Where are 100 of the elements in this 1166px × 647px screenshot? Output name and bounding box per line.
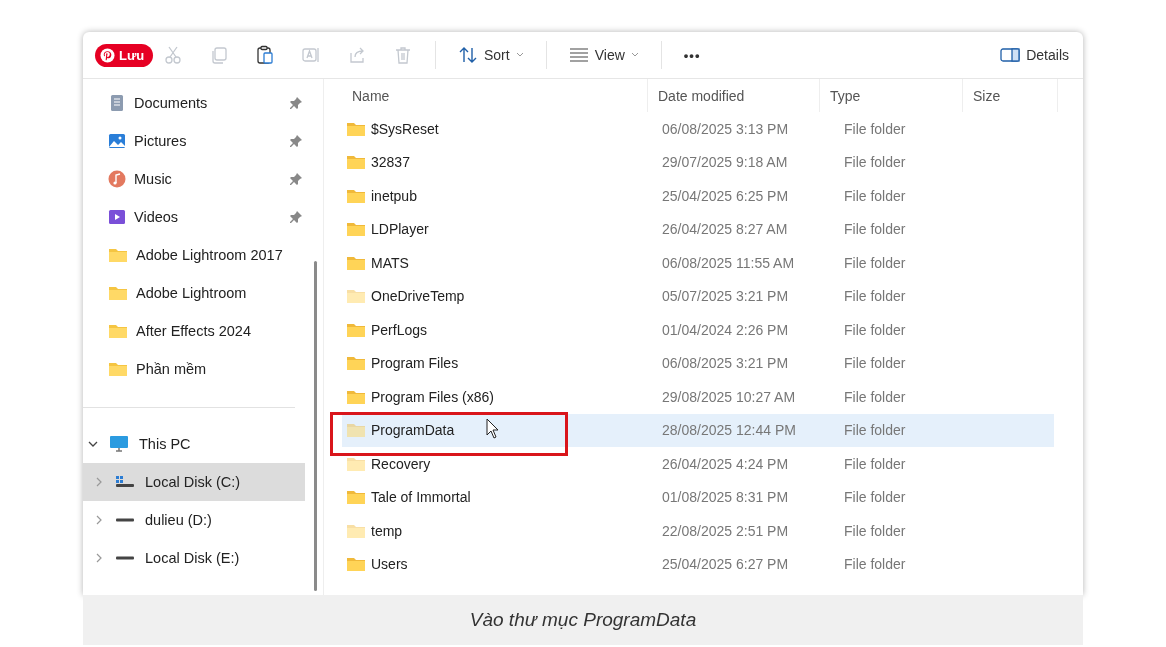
date-cell-text: 28/08/2025 12:44 PM	[661, 422, 797, 439]
date-cell-text: 25/04/2025 6:27 PM	[661, 556, 790, 573]
more-button[interactable]: •••	[679, 43, 705, 67]
type-cell-text: File folder	[843, 321, 907, 338]
file-name: temp	[371, 522, 403, 539]
type-cell-text: File folder	[843, 522, 907, 539]
quick-access-item[interactable]: Adobe Lightroom	[83, 274, 305, 312]
date-cell-text: 05/07/2025 3:21 PM	[661, 288, 790, 305]
caret-icon	[515, 52, 524, 58]
image-caption: Vào thư mục ProgramData	[83, 595, 1083, 645]
type-cell-text: File folder	[843, 120, 907, 137]
file-row[interactable]: LDPlayer 26/04/2025 8:27 AM File folder	[342, 212, 1054, 246]
file-row[interactable]: Tale of Immortal 01/08/2025 8:31 PM File folder	[342, 480, 1054, 514]
type-cell-text: File folder	[843, 221, 907, 238]
mouse-cursor-icon	[486, 417, 500, 440]
date-cell-text: 01/08/2025 8:31 PM	[661, 489, 790, 506]
date-cell-text: 26/04/2025 8:27 AM	[661, 221, 789, 238]
type-cell-text: File folder	[843, 355, 907, 372]
file-row[interactable]: ProgramData 28/08/2025 12:44 PM File folder	[342, 413, 1054, 447]
file-row[interactable]: Program Files (x86) 29/08/2025 10:27 AM File folder	[342, 380, 1054, 414]
monitor-icon	[109, 435, 129, 453]
view-button[interactable]: View	[564, 43, 643, 67]
file-name: 32837	[371, 154, 410, 171]
file-name: Program Files	[371, 355, 459, 372]
details-pane-icon	[1000, 47, 1021, 63]
quick-access-item[interactable]: Phần mềm	[83, 350, 305, 388]
file-row[interactable]: MATS 06/08/2025 11:55 AM File folder	[342, 246, 1054, 280]
type-cell-text: File folder	[843, 455, 907, 472]
file-row[interactable]: 32837 29/07/2025 9:18 AM File folder	[342, 145, 1054, 179]
pinterest-save-button[interactable]: Lưu	[95, 44, 154, 67]
video-icon	[108, 208, 126, 226]
file-name: inetpub	[371, 187, 417, 204]
type-cell-text: File folder	[843, 288, 907, 305]
file-row[interactable]: inetpub 25/04/2025 6:25 PM File folder	[342, 179, 1054, 213]
column-header[interactable]: Name	[342, 79, 648, 112]
this-pc-item[interactable]: This PC	[83, 425, 305, 463]
folder-icon	[108, 247, 128, 263]
copy-icon	[209, 45, 229, 65]
share-icon	[347, 45, 367, 65]
drive-icon	[116, 518, 134, 522]
file-row[interactable]: Program Files 06/08/2025 3:21 PM File folder	[342, 346, 1054, 380]
type-cell-text: File folder	[843, 254, 907, 271]
type-cell-text: File folder	[843, 556, 907, 573]
date-cell-text: 29/07/2025 9:18 AM	[661, 154, 789, 171]
drive-item[interactable]: Local Disk (C:)	[83, 463, 305, 501]
file-name: ProgramData	[371, 422, 455, 439]
file-row[interactable]: PerfLogs 01/04/2024 2:26 PM File folder	[342, 313, 1054, 347]
date-cell-text: 22/08/2025 2:51 PM	[661, 522, 790, 539]
drive-icon	[116, 556, 134, 560]
trash-icon	[393, 45, 413, 65]
date-cell-text: 01/04/2024 2:26 PM	[661, 321, 790, 338]
music-icon	[108, 170, 126, 188]
file-row[interactable]: $SysReset 06/08/2025 3:13 PM File folder	[342, 112, 1054, 146]
type-cell-text: File folder	[843, 154, 907, 171]
document-icon	[108, 94, 126, 112]
file-row[interactable]: temp 22/08/2025 2:51 PM File folder	[342, 514, 1054, 548]
type-cell-text: File folder	[843, 187, 907, 204]
date-cell-text: 06/08/2025 3:13 PM	[661, 120, 790, 137]
file-name: OneDriveTemp	[371, 288, 465, 305]
type-cell-text: File folder	[843, 422, 907, 439]
drive-icon	[115, 474, 135, 490]
file-name: MATS	[371, 254, 409, 271]
folder-icon	[108, 285, 128, 301]
quick-access-item[interactable]: Documents	[83, 84, 305, 122]
quick-access-item[interactable]: Pictures	[83, 122, 305, 160]
column-header[interactable]: Size	[963, 79, 1058, 112]
file-name: Tale of Immortal	[371, 489, 471, 506]
column-header[interactable]: Date modified	[648, 79, 820, 112]
list-icon	[568, 47, 589, 63]
sort-icon	[458, 45, 478, 65]
file-name: $SysReset	[371, 120, 439, 137]
date-cell-text: 06/08/2025 3:21 PM	[661, 355, 790, 372]
details-button[interactable]: Details	[996, 43, 1073, 67]
folder-icon	[108, 323, 128, 339]
file-row[interactable]: OneDriveTemp 05/07/2025 3:21 PM File folder	[342, 279, 1054, 313]
file-name: PerfLogs	[371, 321, 428, 338]
caret-icon	[630, 52, 639, 58]
date-cell-text: 29/08/2025 10:27 AM	[661, 388, 797, 405]
quick-access-item[interactable]: Adobe Lightroom 2017	[83, 236, 305, 274]
drive-item[interactable]: dulieu (D:)	[83, 501, 305, 539]
file-row[interactable]: Recovery 26/04/2025 4:24 PM File folder	[342, 447, 1054, 481]
type-cell-text: File folder	[843, 489, 907, 506]
date-cell-text: 25/04/2025 6:25 PM	[661, 187, 790, 204]
drive-item[interactable]: Local Disk (E:)	[83, 539, 305, 577]
date-cell-text: 06/08/2025 11:55 AM	[661, 254, 796, 271]
quick-access-item[interactable]: After Effects 2024	[83, 312, 305, 350]
clipboard-icon	[255, 45, 275, 65]
quick-access-item[interactable]: Music	[83, 160, 305, 198]
quick-access-item[interactable]: Videos	[83, 198, 305, 236]
file-name: Recovery	[371, 455, 431, 472]
scissors-icon	[163, 45, 183, 65]
date-cell-text: 26/04/2025 4:24 PM	[661, 455, 790, 472]
pinterest-icon	[100, 48, 115, 63]
scrollbar[interactable]	[314, 261, 317, 591]
sort-button[interactable]: Sort	[454, 41, 528, 69]
file-row[interactable]: Users 25/04/2025 6:27 PM File folder	[342, 547, 1054, 581]
file-name: Program Files (x86)	[371, 388, 494, 405]
folder-icon	[108, 361, 128, 377]
type-cell-text: File folder	[843, 388, 907, 405]
column-header[interactable]: Type	[820, 79, 963, 112]
